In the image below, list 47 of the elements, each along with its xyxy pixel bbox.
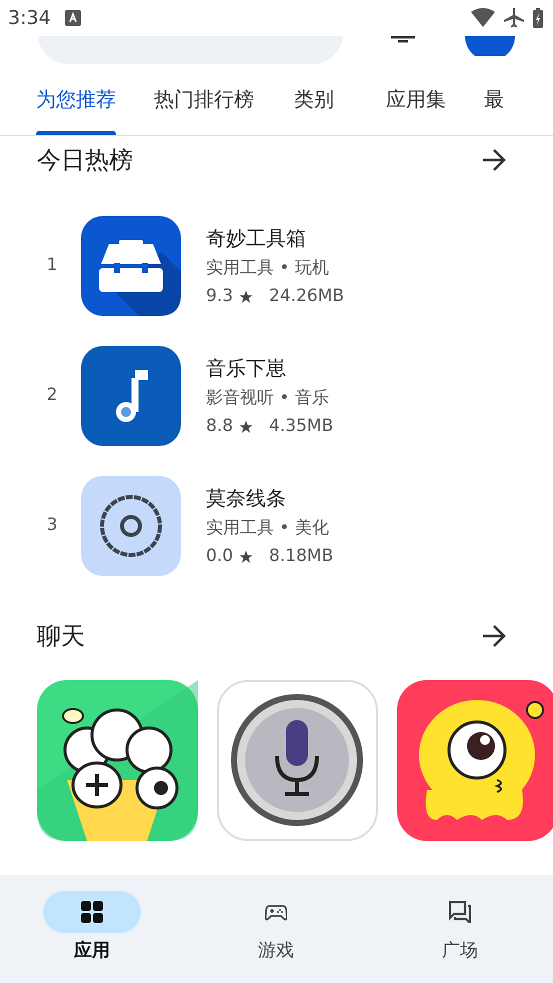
app-size: 8.18MB — [269, 545, 334, 568]
app-icon — [81, 346, 181, 446]
arrow-icon[interactable] — [481, 148, 507, 172]
tab[interactable]: 为您推荐 — [36, 62, 116, 135]
tab[interactable]: 应用集 — [386, 62, 446, 135]
arrow-icon[interactable] — [481, 624, 507, 648]
notification-icon — [64, 10, 81, 26]
wifi-icon — [471, 8, 495, 28]
app-rating: 9.3 — [206, 285, 234, 308]
section-title: 今日热榜 — [37, 145, 133, 176]
app-category: 实用工具 • 美化 — [206, 516, 330, 540]
tab[interactable]: 类别 — [294, 62, 334, 135]
app-row[interactable]: 3 莫奈线条 实用工具 • 美化 0.0 8.18MB — [30, 476, 553, 576]
app-category: 影音视听 • 音乐 — [206, 386, 330, 410]
rank-number: 2 — [46, 384, 58, 408]
nav-tab[interactable]: 游戏 — [184, 891, 368, 964]
app-category: 实用工具 • 玩机 — [206, 256, 330, 280]
nav-tab[interactable]: 应用 — [0, 891, 184, 964]
rank-number: 3 — [46, 514, 58, 538]
tab[interactable]: 热门排行榜 — [154, 62, 254, 135]
tab[interactable]: 最 — [484, 62, 504, 135]
rank-number: 1 — [46, 254, 58, 278]
app-name: 音乐下崽 — [206, 354, 287, 382]
battery-icon — [533, 8, 543, 28]
apps-icon — [81, 901, 103, 923]
star-icon — [239, 290, 254, 304]
star-icon — [239, 420, 254, 434]
app-row[interactable]: 2 音乐下崽 影音视听 • 音乐 8.8 4.35MB — [30, 346, 553, 446]
app-icon — [81, 216, 181, 316]
app-icon[interactable] — [37, 680, 198, 841]
app-icon — [81, 476, 181, 576]
app-icon[interactable] — [217, 680, 378, 841]
avatar[interactable] — [465, 36, 515, 56]
app-size: 24.26MB — [269, 285, 344, 308]
app-size: 4.35MB — [269, 415, 334, 438]
app-name: 奇妙工具箱 — [206, 224, 307, 252]
chat-icon — [449, 901, 471, 923]
app-icon[interactable] — [397, 680, 553, 841]
app-name: 莫奈线条 — [206, 484, 287, 512]
app-row[interactable]: 1 奇妙工具箱 实用工具 • 玩机 9.3 24.26MB — [30, 216, 553, 316]
airplane-icon — [503, 7, 525, 29]
app-rating: 8.8 — [206, 415, 234, 438]
status-time: 3:34 — [8, 6, 51, 31]
nav-tab[interactable]: 广场 — [368, 891, 552, 964]
star-icon — [239, 550, 254, 564]
section-title: 聊天 — [37, 621, 85, 652]
app-rating: 0.0 — [206, 545, 234, 568]
